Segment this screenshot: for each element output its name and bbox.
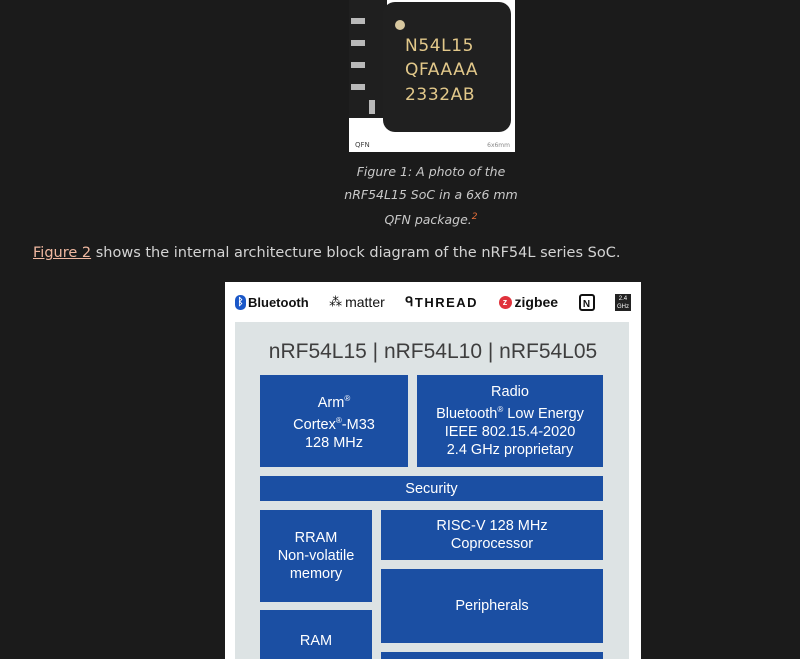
pin-pad — [369, 100, 375, 114]
lower-block — [381, 652, 603, 659]
chip-marking-line3: 2332AB — [405, 85, 476, 105]
bluetooth-wordmark: Bluetooth — [248, 294, 309, 310]
riscv-line: Coprocessor — [450, 536, 534, 552]
cpu-line: Arm® — [260, 390, 408, 412]
chip-marking-line2: QFAAAA — [405, 60, 479, 80]
footnote-link[interactable]: 2 — [472, 212, 478, 222]
ghz-unit: GHz — [616, 303, 629, 310]
thread-wordmark: THREAD — [414, 294, 479, 310]
pin-pad — [351, 84, 365, 90]
ghz-value: 2.4 — [618, 295, 628, 302]
chip-marking-line1: N54L15 — [405, 36, 475, 56]
zigbee-wordmark: zigbee — [514, 294, 559, 310]
registered-mark: ® — [344, 394, 351, 404]
pin-pad — [351, 40, 365, 46]
ram-block: RAM — [260, 610, 372, 659]
bluetooth-icon: ᛒ — [235, 294, 246, 310]
caption-line: QFN package. — [384, 212, 472, 228]
pin1-marker — [395, 20, 405, 30]
cpu-cortex: Cortex — [293, 416, 336, 433]
riscv-line: RISC-V 128 MHz — [436, 518, 548, 534]
chip-photo: N54L15 QFAAAA 2332AB QFN 6x6mm — [349, 0, 515, 152]
cpu-block: Arm® Cortex®-M33 128 MHz — [260, 375, 408, 467]
caption-line-last: QFN package.2 — [340, 206, 522, 231]
radio-line: Radio — [491, 384, 529, 401]
security-block: Security — [260, 476, 603, 501]
cpu-m33: -M33 — [341, 416, 375, 433]
diagram-title: nRF54L15 | nRF54L10 | nRF54L05 — [268, 340, 598, 363]
rram-line: memory — [289, 566, 343, 582]
matter-icon: ⁂ — [329, 294, 343, 309]
radio-line: Bluetooth® Low Energy — [417, 401, 603, 423]
radio-line: 2.4 GHz proprietary — [446, 441, 574, 458]
figure-2-link[interactable]: Figure 2 — [33, 245, 91, 261]
thread-icon: ᑫ — [405, 294, 415, 309]
matter-logo: ⁂ matter — [329, 294, 385, 310]
radio-bluetooth: Bluetooth — [436, 405, 498, 422]
peripherals-block: Peripherals — [381, 569, 603, 643]
figure-caption: Figure 1: A photo of the nRF54L15 SoC in… — [340, 160, 522, 231]
bluetooth-logo: ᛒ Bluetooth — [235, 294, 309, 310]
zigbee-icon: z — [498, 295, 512, 309]
radio-block: Radio Bluetooth® Low Energy IEEE 802.15.… — [417, 375, 603, 467]
riscv-block: RISC-V 128 MHz Coprocessor — [381, 510, 603, 560]
thread-logo: ᑫ THREAD — [405, 294, 478, 310]
paragraph-text: shows the internal architecture block di… — [91, 245, 621, 261]
cpu-arm: Arm — [317, 395, 345, 411]
rram-line: Non-volatile — [277, 548, 355, 564]
package-label: QFN — [355, 141, 370, 149]
zigbee-logo: z zigbee — [498, 294, 559, 310]
block-diagram-figure: ᛒ Bluetooth ⁂ matter ᑫ THREAD z zigbee N 2.4… — [225, 282, 641, 659]
rram-line: RRAM — [294, 530, 338, 546]
ghz-icon: 2.4 GHz — [614, 293, 631, 311]
nfc-icon: N — [578, 293, 595, 311]
pin-pad — [351, 62, 365, 68]
body-paragraph: Figure 2 shows the internal architecture… — [33, 245, 793, 261]
rram-block: RRAM Non-volatile memory — [260, 510, 372, 602]
pin-pad — [351, 18, 365, 24]
radio-le: Low Energy — [503, 405, 584, 422]
caption-line: nRF54L15 SoC in a 6x6 mm — [344, 187, 518, 202]
matter-wordmark: matter — [345, 294, 385, 310]
cpu-line: Cortex®-M33 — [260, 412, 408, 434]
cpu-line: 128 MHz — [304, 434, 364, 451]
caption-line: Figure 1: A photo of the — [356, 164, 506, 179]
size-label: 6x6mm — [487, 142, 510, 149]
protocol-logos: ᛒ Bluetooth ⁂ matter ᑫ THREAD z zigbee N 2.4… — [235, 290, 631, 314]
radio-line: IEEE 802.15.4-2020 — [444, 423, 576, 440]
